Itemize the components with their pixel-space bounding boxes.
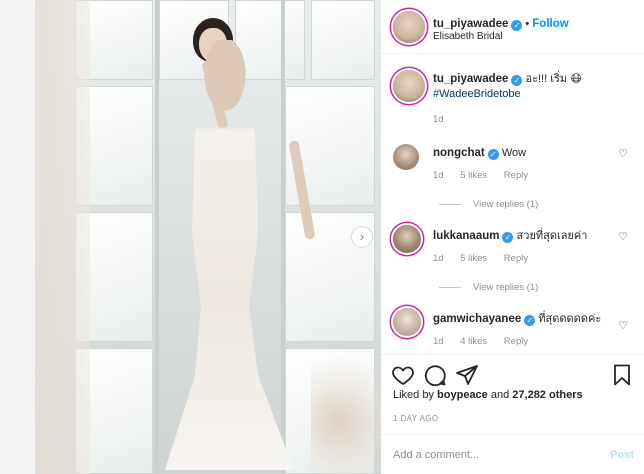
comment-username[interactable]: gamwichayanee xyxy=(433,313,521,325)
likes-count[interactable]: 27,282 others xyxy=(512,389,582,401)
view-replies-button[interactable]: View replies (1) xyxy=(439,199,538,210)
likes-and: and xyxy=(490,389,510,401)
caption-age: 1d xyxy=(433,114,444,125)
verified-badge-icon: ✓ xyxy=(511,20,523,31)
add-comment-bar: Add a comment... Post xyxy=(381,434,644,474)
heart-icon[interactable]: ♡ xyxy=(618,319,628,332)
avatar[interactable] xyxy=(393,144,419,170)
header-username[interactable]: tu_piyawadee xyxy=(433,18,508,30)
flowers xyxy=(311,344,381,474)
post-button[interactable]: Post xyxy=(610,449,634,461)
curtain xyxy=(35,0,90,474)
comment-input[interactable]: Add a comment... xyxy=(393,449,479,461)
comment-text: ที่สุดดดดดค่ะ xyxy=(538,313,602,325)
instagram-post: › tu_piyawadee ✓ • Follow Elisabeth Bridal … xyxy=(0,0,644,474)
comment-age: 1d xyxy=(433,170,444,181)
reply-button[interactable]: Reply xyxy=(504,336,528,347)
heart-icon[interactable] xyxy=(391,363,415,387)
verified-badge-icon: ✓ xyxy=(524,315,536,326)
verified-badge-icon: ✓ xyxy=(502,232,514,243)
comment-text: Wow xyxy=(501,147,527,159)
location-link[interactable]: Elisabeth Bridal xyxy=(433,31,502,42)
likes-summary: Liked by boypeace and 27,282 others xyxy=(393,389,583,401)
view-replies-button[interactable]: View replies (1) xyxy=(439,282,538,293)
comment-likes[interactable]: 5 likes xyxy=(460,253,487,264)
comment-age: 1d xyxy=(433,336,444,347)
likes-prefix: Liked by xyxy=(393,389,434,401)
reply-button[interactable]: Reply xyxy=(504,253,528,264)
share-icon[interactable] xyxy=(455,363,479,387)
verified-badge-icon: ✓ xyxy=(511,75,523,86)
post-side-panel: tu_piyawadee ✓ • Follow Elisabeth Bridal tu… xyxy=(381,0,644,474)
heart-icon[interactable]: ♡ xyxy=(618,147,628,160)
hashtag-link[interactable]: #WadeeBridetobe xyxy=(433,88,521,100)
comments-list: tu_piyawadee ✓ อะ!!! เริ่ม 😷 #WadeeBridet… xyxy=(381,55,644,355)
comment-likes[interactable]: 4 likes xyxy=(460,336,487,347)
comment-text: สวยที่สุดเลยค่า xyxy=(516,230,588,242)
separator-dot: • xyxy=(525,18,530,30)
chevron-right-icon[interactable]: › xyxy=(351,226,373,248)
avatar[interactable] xyxy=(393,70,425,102)
comment-likes[interactable]: 5 likes xyxy=(460,170,487,181)
reply-button[interactable]: Reply xyxy=(504,170,528,181)
avatar[interactable] xyxy=(393,308,421,336)
comment-username[interactable]: lukkanaaum xyxy=(433,230,499,242)
comment-username[interactable]: nongchat xyxy=(433,147,485,159)
heart-icon[interactable]: ♡ xyxy=(618,230,628,243)
follow-button[interactable]: Follow xyxy=(532,18,568,30)
post-header: tu_piyawadee ✓ • Follow Elisabeth Bridal xyxy=(381,0,644,54)
avatar[interactable] xyxy=(393,11,425,43)
comment-icon[interactable] xyxy=(423,363,447,387)
bookmark-icon[interactable] xyxy=(610,363,634,387)
avatar[interactable] xyxy=(393,225,421,253)
post-timestamp[interactable]: 1 DAY AGO xyxy=(393,414,439,423)
caption-text: อะ!!! เริ่ม 😷 xyxy=(525,73,582,85)
liked-by-user[interactable]: boypeace xyxy=(437,389,488,401)
comment-age: 1d xyxy=(433,253,444,264)
caption-username[interactable]: tu_piyawadee xyxy=(433,73,508,85)
post-photo[interactable] xyxy=(35,0,381,474)
verified-badge-icon: ✓ xyxy=(487,149,499,160)
